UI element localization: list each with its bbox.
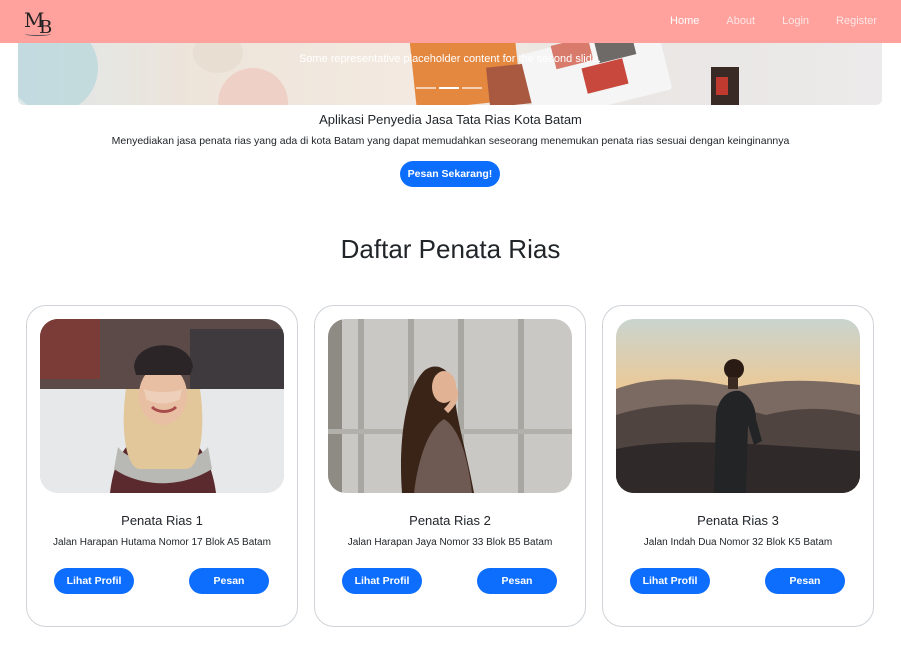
view-profile-button[interactable]: Lihat Profil: [54, 568, 134, 594]
nav-register[interactable]: Register: [836, 0, 877, 43]
makeup-artist-card: Penata Rias 2 Jalan Harapan Jaya Nomor 3…: [314, 305, 586, 627]
artist-photo: [40, 319, 284, 493]
description: Menyediakan jasa penata rias yang ada di…: [111, 135, 790, 147]
book-button[interactable]: Pesan: [477, 568, 557, 594]
carousel-indicator-3[interactable]: [462, 87, 482, 89]
artist-name: Penata Rias 3: [697, 513, 779, 528]
nav-links: Home About Login Register: [643, 0, 877, 43]
book-button[interactable]: Pesan: [765, 568, 845, 594]
makeup-artist-card: Penata Rias 1 Jalan Harapan Hutama Nomor…: [26, 305, 298, 627]
book-button[interactable]: Pesan: [189, 568, 269, 594]
section-title: Daftar Penata Rias: [340, 234, 561, 264]
artist-photo: [328, 319, 572, 493]
carousel-indicators: [416, 87, 485, 89]
carousel-caption: Some representative placeholder content …: [298, 53, 602, 65]
artist-name: Penata Rias 1: [121, 513, 203, 528]
artist-address: Jalan Harapan Jaya Nomor 33 Blok B5 Bata…: [347, 537, 553, 548]
artist-photo: [616, 319, 860, 493]
nav-home[interactable]: Home: [670, 0, 699, 43]
tagline: Aplikasi Penyedia Jasa Tata Rias Kota Ba…: [319, 112, 582, 127]
hero-carousel[interactable]: Some representative placeholder content …: [18, 43, 882, 105]
carousel-indicator-2[interactable]: [439, 87, 459, 89]
makeup-artist-card: Penata Rias 3 Jalan Indah Dua Nomor 32 B…: [602, 305, 874, 627]
artist-address: Jalan Indah Dua Nomor 32 Blok K5 Batam: [643, 537, 833, 548]
nav-about[interactable]: About: [726, 0, 755, 43]
view-profile-button[interactable]: Lihat Profil: [342, 568, 422, 594]
artist-name: Penata Rias 2: [409, 513, 491, 528]
view-profile-button[interactable]: Lihat Profil: [630, 568, 710, 594]
order-now-button[interactable]: Pesan Sekarang!: [400, 161, 500, 187]
artist-address: Jalan Harapan Hutama Nomor 17 Blok A5 Ba…: [53, 537, 271, 548]
nav-login[interactable]: Login: [782, 0, 809, 43]
brand-logo[interactable]: MB: [22, 5, 56, 39]
carousel-indicator-1[interactable]: [416, 87, 436, 89]
navbar: MB Home About Login Register: [0, 0, 901, 43]
